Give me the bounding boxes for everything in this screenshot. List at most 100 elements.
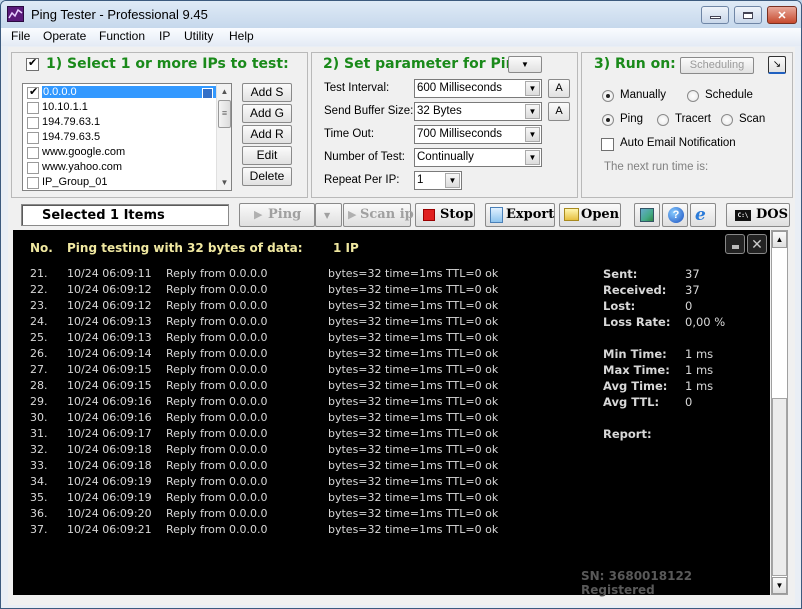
ip-checkbox[interactable] xyxy=(27,117,39,129)
scroll-up-icon[interactable]: ▲ xyxy=(772,231,787,248)
play-icon: ▶ xyxy=(348,208,357,221)
buffer-size-select[interactable]: 32 Bytes ▼ xyxy=(414,102,542,121)
stop-button[interactable]: Stop xyxy=(415,203,475,227)
play-icon: ▶ xyxy=(254,208,263,221)
add-r-button[interactable]: Add R xyxy=(242,125,292,144)
expand-button[interactable]: ↘ xyxy=(768,56,786,74)
ip-checkbox[interactable] xyxy=(27,177,39,189)
buffer-size-a-button[interactable]: A xyxy=(548,102,570,121)
minimize-button[interactable] xyxy=(701,6,729,24)
browser-button[interactable]: e xyxy=(690,203,716,227)
menu-help[interactable]: Help xyxy=(229,29,254,43)
ip-list[interactable]: 0.0.0.0 10.10.1.1 194.79.63.1 194.79.63.… xyxy=(22,83,232,191)
dropdown-arrow-icon[interactable]: ▼ xyxy=(525,104,540,119)
help-button[interactable]: ? xyxy=(662,203,688,227)
ping-output-console[interactable]: ✕ No. Ping testing with 32 bytes of data… xyxy=(13,230,770,597)
ping-radio[interactable] xyxy=(602,114,614,126)
scroll-thumb[interactable]: ≡ xyxy=(218,100,231,128)
close-button[interactable]: ✕ xyxy=(767,6,797,24)
scroll-down-icon[interactable]: ▼ xyxy=(772,577,787,594)
dropdown-arrow-icon[interactable]: ▼ xyxy=(525,150,540,165)
log-no: 26. xyxy=(30,347,48,360)
ip-list-item[interactable]: IP_Group_01 xyxy=(25,176,215,191)
ip-list-item[interactable]: 194.79.63.5 xyxy=(25,131,215,146)
ip-list-item[interactable]: www.google.com xyxy=(25,146,215,161)
number-of-test-select[interactable]: Continually ▼ xyxy=(414,148,542,167)
manually-radio[interactable] xyxy=(602,90,614,102)
log-detail: bytes=32 time=1ms TTL=0 ok xyxy=(328,331,499,344)
ip-list-item[interactable]: 10.10.1.1 xyxy=(25,101,215,116)
ping-button[interactable]: ▶ Ping xyxy=(239,203,315,227)
ip-checkbox[interactable] xyxy=(27,132,39,144)
log-msg: Reply from 0.0.0.0 xyxy=(166,491,268,504)
console-scrollbar[interactable]: ▲ ▼ xyxy=(771,230,788,595)
scroll-down-icon[interactable]: ▼ xyxy=(217,175,232,190)
delete-button[interactable]: Delete xyxy=(242,167,292,186)
scroll-thumb[interactable] xyxy=(772,398,787,576)
maximize-button[interactable] xyxy=(734,6,762,24)
export-button[interactable]: Export xyxy=(485,203,555,227)
scheduling-button[interactable]: Scheduling xyxy=(680,57,754,74)
dos-button-label: DOS xyxy=(756,207,788,222)
log-detail: bytes=32 time=1ms TTL=0 ok xyxy=(328,443,499,456)
tracert-radio[interactable] xyxy=(657,114,669,126)
edit-button[interactable]: Edit xyxy=(242,146,292,165)
log-time: 10/24 06:09:18 xyxy=(67,443,152,456)
timeout-select[interactable]: 700 Milliseconds ▼ xyxy=(414,125,542,144)
repeat-per-ip-select[interactable]: 1 ▼ xyxy=(414,171,462,190)
auto-email-checkbox[interactable] xyxy=(601,138,614,151)
log-detail: bytes=32 time=1ms TTL=0 ok xyxy=(328,283,499,296)
log-msg: Reply from 0.0.0.0 xyxy=(166,507,268,520)
screenshot-button[interactable] xyxy=(634,203,660,227)
log-msg: Reply from 0.0.0.0 xyxy=(166,347,268,360)
ip-list-scrollbar[interactable]: ▲ ≡ ▼ xyxy=(216,84,231,190)
test-interval-a-button[interactable]: A xyxy=(548,79,570,98)
ip-list-item[interactable]: 0.0.0.0 xyxy=(25,85,217,101)
ip-list-item[interactable]: www.yahoo.com xyxy=(25,161,215,176)
menu-ip[interactable]: IP xyxy=(159,29,170,43)
ip-list-item[interactable]: 194.79.63.1 xyxy=(25,116,215,131)
ip-checkbox[interactable] xyxy=(27,147,39,159)
dropdown-arrow-icon[interactable]: ▼ xyxy=(525,127,540,142)
ip-checkbox[interactable] xyxy=(27,162,39,174)
test-interval-select[interactable]: 600 Milliseconds ▼ xyxy=(414,79,542,98)
params-menu-button[interactable]: ▼ xyxy=(508,56,542,73)
scan-radio[interactable] xyxy=(721,114,733,126)
menu-operate[interactable]: Operate xyxy=(43,29,86,43)
log-msg: Reply from 0.0.0.0 xyxy=(166,363,268,376)
repeat-per-ip-value: 1 xyxy=(417,174,424,186)
minimize-icon xyxy=(709,15,721,19)
dropdown-arrow-icon[interactable]: ▼ xyxy=(525,81,540,96)
add-s-button[interactable]: Add S xyxy=(242,83,292,102)
log-msg: Reply from 0.0.0.0 xyxy=(166,395,268,408)
log-time: 10/24 06:09:13 xyxy=(67,315,152,328)
log-no: 31. xyxy=(30,427,48,440)
client-area: 1) Select 1 or more IPs to test: 0.0.0.0… xyxy=(8,47,795,605)
log-no: 23. xyxy=(30,299,48,312)
log-time: 10/24 06:09:21 xyxy=(67,523,152,536)
ip-checkbox[interactable] xyxy=(27,102,39,114)
add-g-button[interactable]: Add G xyxy=(242,104,292,123)
scroll-up-icon[interactable]: ▲ xyxy=(217,84,232,99)
open-button[interactable]: Open xyxy=(559,203,621,227)
menu-utility[interactable]: Utility xyxy=(184,29,213,43)
ping-dropdown-button[interactable]: ▼ xyxy=(315,203,342,227)
ping-parameters-group: 2) Set parameter for Ping: ▼ Test Interv… xyxy=(311,52,578,198)
console-minimize-button[interactable] xyxy=(725,234,745,254)
manually-label: Manually xyxy=(620,89,667,101)
ip-label: 0.0.0.0 xyxy=(42,86,217,98)
log-detail: bytes=32 time=1ms TTL=0 ok xyxy=(328,379,499,392)
menu-function[interactable]: Function xyxy=(99,29,145,43)
scan-label: Scan xyxy=(739,113,766,125)
title-bar[interactable]: Ping Tester - Professional 9.45 ✕ xyxy=(1,1,801,28)
select-all-checkbox[interactable] xyxy=(26,56,39,71)
scan-ip-button[interactable]: ▶ Scan ip xyxy=(343,203,414,227)
schedule-radio[interactable] xyxy=(687,90,699,102)
buffer-size-value: 32 Bytes xyxy=(417,105,462,117)
dos-button[interactable]: C:\ DOS xyxy=(726,203,790,227)
dropdown-arrow-icon[interactable]: ▼ xyxy=(445,173,460,188)
console-close-button[interactable]: ✕ xyxy=(747,234,767,254)
stat-label: Sent: xyxy=(603,267,638,281)
ip-checkbox[interactable] xyxy=(27,85,39,99)
menu-file[interactable]: File xyxy=(11,29,30,43)
